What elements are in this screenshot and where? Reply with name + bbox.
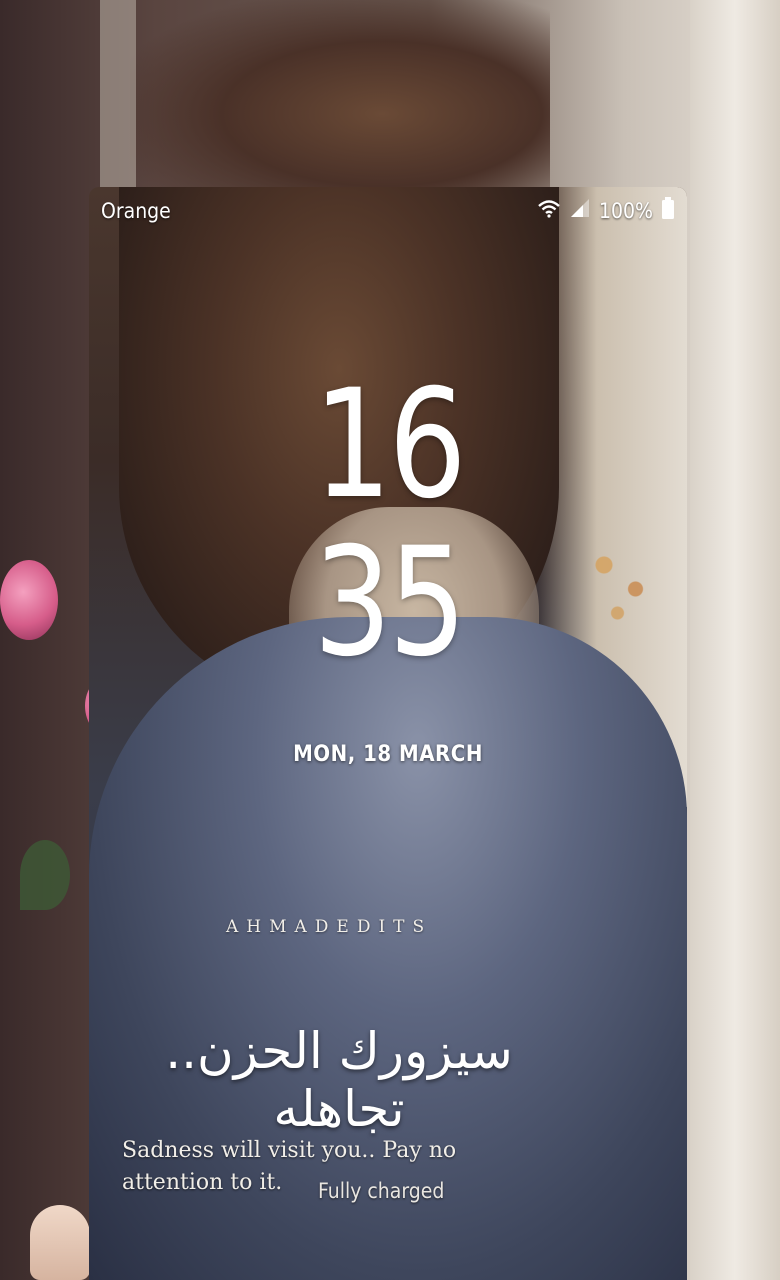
quote-author: AHMADEDITS [226,917,433,937]
carrier-name: Orange [101,199,171,223]
wifi-icon [537,198,561,223]
battery-percent: 100% [598,198,653,223]
clock-hour: 16 [89,370,687,520]
wallpaper-hair-shape [130,0,550,190]
battery-icon [661,197,675,224]
status-icons: 100% [537,197,675,224]
wallpaper-hand [30,1205,90,1280]
status-bar[interactable]: Orange 100% [89,187,687,235]
wallpaper-window [690,0,780,1280]
date-label: MON, 18 MARCH [293,742,483,767]
lock-screen[interactable]: Orange 100% 16 35 MON, 18 MARCH AHMADEDI… [89,187,687,1280]
wallpaper-flower [0,560,58,640]
clock-minute: 35 [89,528,687,678]
clock-minute-digits: 35 [313,516,466,690]
charging-status: Fully charged [318,1179,445,1203]
wallpaper-door-frame [100,0,136,200]
quote-arabic: سيزورك الحزن.. تجاهله [165,1022,513,1138]
clock-hour-digits: 16 [313,358,466,532]
wallpaper-leaf [20,840,70,910]
signal-icon [569,198,591,223]
